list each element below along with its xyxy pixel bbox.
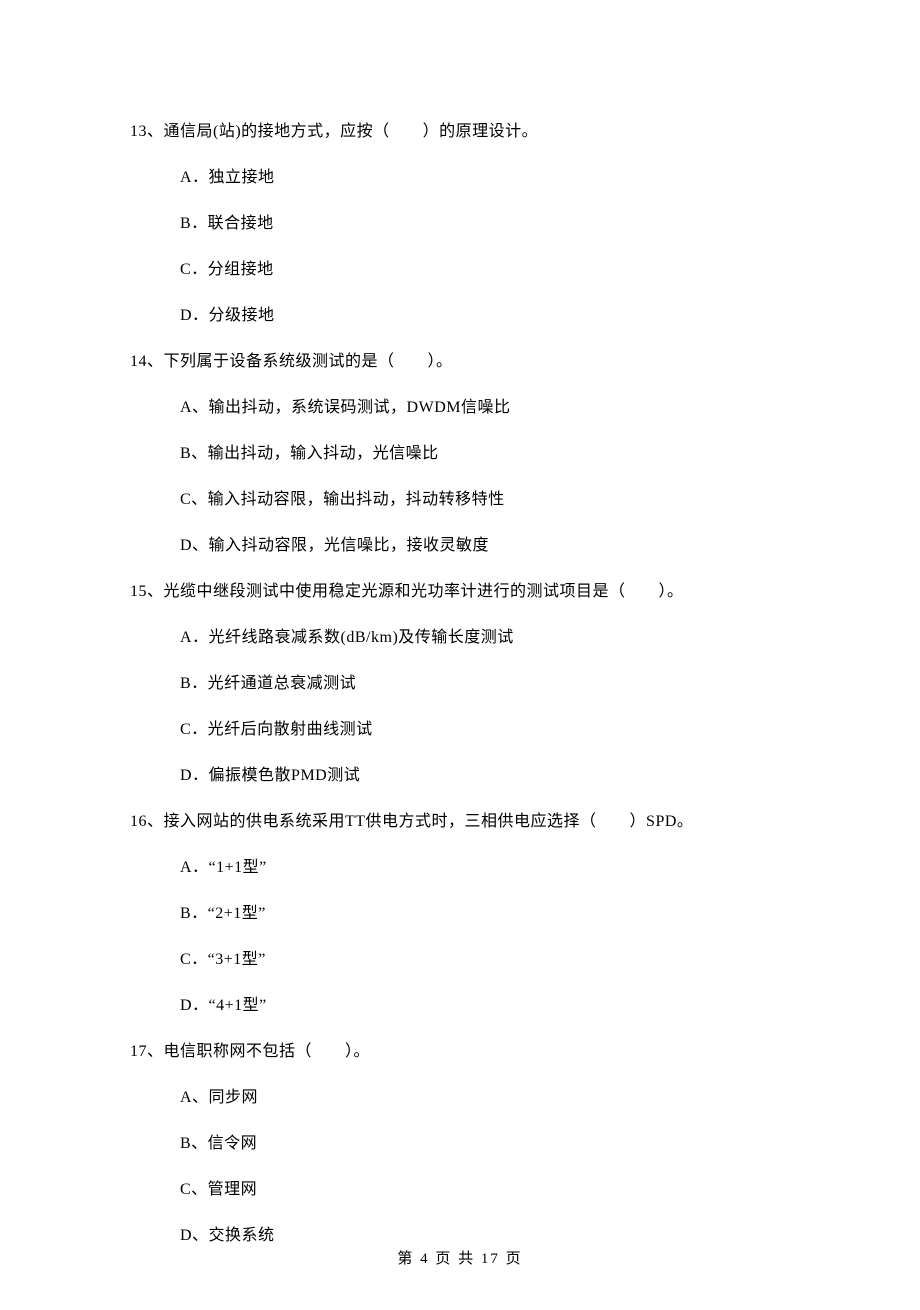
option-d: D．偏振模色散PMD测试 (180, 764, 790, 788)
option-a: A．光纤线路衰减系数(dB/km)及传输长度测试 (180, 626, 790, 650)
question-15: 15、光缆中继段测试中使用稳定光源和光功率计进行的测试项目是（ ）。 A．光纤线… (130, 580, 790, 788)
option-d: D．“4+1型” (180, 994, 790, 1018)
page-footer: 第 4 页 共 17 页 (0, 1248, 920, 1271)
option-d: D、交换系统 (180, 1224, 790, 1248)
page-container: 13、通信局(站)的接地方式，应按（ ）的原理设计。 A．独立接地 B．联合接地… (0, 0, 920, 1310)
question-stem: 17、电信职称网不包括（ ）。 (130, 1040, 790, 1064)
question-17: 17、电信职称网不包括（ ）。 A、同步网 B、信令网 C、管理网 D、交换系统 (130, 1040, 790, 1248)
question-13: 13、通信局(站)的接地方式，应按（ ）的原理设计。 A．独立接地 B．联合接地… (130, 120, 790, 328)
option-b: B．联合接地 (180, 212, 790, 236)
question-stem: 15、光缆中继段测试中使用稳定光源和光功率计进行的测试项目是（ ）。 (130, 580, 790, 604)
option-b: B、信令网 (180, 1132, 790, 1156)
question-14: 14、下列属于设备系统级测试的是（ ）。 A、输出抖动，系统误码测试，DWDM信… (130, 350, 790, 558)
option-list: A．独立接地 B．联合接地 C．分组接地 D．分级接地 (130, 166, 790, 328)
option-c: C．“3+1型” (180, 948, 790, 972)
option-b: B．“2+1型” (180, 902, 790, 926)
option-a: A、同步网 (180, 1086, 790, 1110)
option-c: C、管理网 (180, 1178, 790, 1202)
option-list: A．“1+1型” B．“2+1型” C．“3+1型” D．“4+1型” (130, 856, 790, 1018)
option-d: D、输入抖动容限，光信噪比，接收灵敏度 (180, 534, 790, 558)
option-a: A．独立接地 (180, 166, 790, 190)
option-a: A、输出抖动，系统误码测试，DWDM信噪比 (180, 396, 790, 420)
option-b: B、输出抖动，输入抖动，光信噪比 (180, 442, 790, 466)
option-list: A、输出抖动，系统误码测试，DWDM信噪比 B、输出抖动，输入抖动，光信噪比 C… (130, 396, 790, 558)
option-a: A．“1+1型” (180, 856, 790, 880)
option-list: A．光纤线路衰减系数(dB/km)及传输长度测试 B．光纤通道总衰减测试 C．光… (130, 626, 790, 788)
option-b: B．光纤通道总衰减测试 (180, 672, 790, 696)
option-c: C、输入抖动容限，输出抖动，抖动转移特性 (180, 488, 790, 512)
question-stem: 16、接入网站的供电系统采用TT供电方式时，三相供电应选择（ ）SPD。 (130, 810, 790, 834)
option-c: C．分组接地 (180, 258, 790, 282)
option-list: A、同步网 B、信令网 C、管理网 D、交换系统 (130, 1086, 790, 1248)
option-c: C．光纤后向散射曲线测试 (180, 718, 790, 742)
question-stem: 13、通信局(站)的接地方式，应按（ ）的原理设计。 (130, 120, 790, 144)
option-d: D．分级接地 (180, 304, 790, 328)
question-stem: 14、下列属于设备系统级测试的是（ ）。 (130, 350, 790, 374)
question-16: 16、接入网站的供电系统采用TT供电方式时，三相供电应选择（ ）SPD。 A．“… (130, 810, 790, 1018)
